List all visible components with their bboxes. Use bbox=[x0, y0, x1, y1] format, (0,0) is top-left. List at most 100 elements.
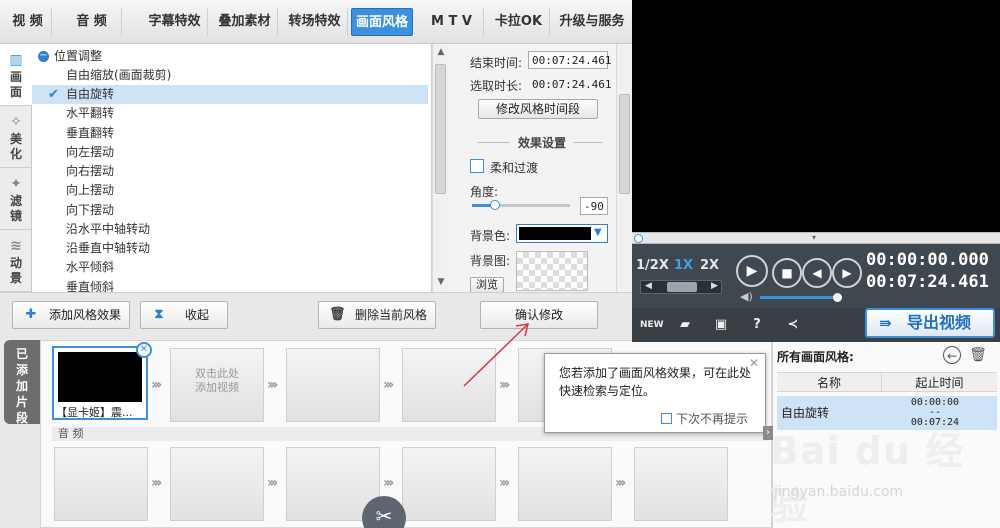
angle-slider-track[interactable] bbox=[472, 200, 570, 210]
settings-scrollbar[interactable] bbox=[616, 44, 632, 292]
speed-half-button[interactable]: 1/2X bbox=[636, 258, 669, 273]
baidu-watermark: Bai du 经验 jingyan.baidu.com bbox=[770, 429, 965, 528]
empty-audio-slot[interactable] bbox=[634, 447, 728, 521]
side-tab-motion[interactable]: ≋ 动景 bbox=[0, 230, 32, 292]
frame-step-control[interactable]: ◀ ▶ bbox=[640, 280, 722, 294]
collapse-button[interactable]: ⧗ 收起 bbox=[140, 301, 228, 329]
speed-2x-button[interactable]: 2X bbox=[700, 258, 719, 273]
list-item[interactable]: 垂直翻转 bbox=[32, 124, 428, 143]
share-icon[interactable]: ≺ bbox=[784, 316, 802, 334]
end-time-field[interactable]: 00:07:24.461 bbox=[528, 51, 611, 69]
video-preview[interactable] bbox=[632, 0, 1000, 232]
modify-style-period-button[interactable]: 修改风格时间段 bbox=[478, 99, 598, 119]
list-item-selected[interactable]: ✔ 自由旋转 bbox=[32, 85, 428, 104]
volume-icon[interactable]: ◀) bbox=[740, 290, 753, 303]
tab-mtv[interactable]: M T V bbox=[420, 8, 484, 36]
side-tab-beautify[interactable]: ✧ 美化 bbox=[0, 106, 32, 168]
locate-back-icon[interactable]: ← bbox=[943, 346, 961, 364]
side-tab-picture[interactable]: ▥ 画面 bbox=[0, 44, 32, 106]
chevron-down-icon[interactable]: ▾ bbox=[812, 233, 816, 242]
prev-frame-button[interactable]: ◀ bbox=[802, 258, 832, 288]
beautify-wand-icon: ✧ bbox=[10, 114, 22, 130]
dont-show-again-checkbox[interactable]: 下次不再提示 bbox=[661, 410, 748, 427]
scroll-up-icon[interactable]: ▲ bbox=[435, 46, 447, 58]
list-item[interactable]: 向上摆动 bbox=[32, 181, 428, 200]
volume-slider[interactable] bbox=[760, 293, 842, 302]
list-item[interactable]: 向左摆动 bbox=[32, 143, 428, 162]
empty-audio-slot[interactable] bbox=[170, 447, 264, 521]
empty-audio-slot[interactable] bbox=[518, 447, 612, 521]
play-button[interactable]: ▶ bbox=[736, 255, 768, 287]
added-clips-tab[interactable]: 已添加片段 bbox=[4, 340, 40, 425]
browse-button[interactable]: 浏览 bbox=[470, 277, 504, 293]
close-icon[interactable]: ✕ bbox=[749, 356, 759, 370]
add-style-effect-button[interactable]: ✚ 添加风格效果 bbox=[12, 301, 130, 329]
list-item[interactable]: 向右摆动 bbox=[32, 162, 428, 181]
tab-overlay-materials[interactable]: 叠加素材 bbox=[212, 8, 278, 36]
chevron-right-icon: ››› bbox=[267, 475, 278, 491]
list-item[interactable]: 自由缩放(画面裁剪) bbox=[32, 66, 428, 85]
list-item[interactable]: 沿垂直中轴转动 bbox=[32, 239, 428, 258]
list-item[interactable]: 向下摆动 bbox=[32, 201, 428, 220]
export-bar: NEW ▰ ▣ ? ≺ ⇛ 导出视频 bbox=[632, 308, 1000, 342]
empty-clip-slot[interactable] bbox=[286, 348, 380, 422]
effect-settings-title: 效果设置 bbox=[518, 136, 567, 150]
step-back-icon[interactable]: ◀ bbox=[645, 281, 652, 291]
tab-picture-style[interactable]: 画面风格 bbox=[351, 8, 413, 36]
col-time-header: 起止时间 bbox=[881, 372, 997, 392]
seek-bar[interactable]: ▾ bbox=[632, 232, 1000, 244]
tab-upgrade-service[interactable]: 升级与服务 bbox=[554, 8, 630, 36]
export-video-button[interactable]: ⇛ 导出视频 bbox=[865, 308, 995, 338]
delete-current-style-button[interactable]: 🗑 删除当前风格 bbox=[318, 301, 436, 329]
jog-wheel[interactable] bbox=[667, 282, 697, 292]
list-item[interactable]: 沿水平中轴转动 bbox=[32, 220, 428, 239]
stop-button[interactable]: ■ bbox=[772, 258, 802, 288]
tab-karaoke[interactable]: 卡拉OK bbox=[488, 8, 550, 36]
list-item[interactable]: 垂直倾斜 bbox=[32, 278, 428, 292]
soft-transition-label: 柔和过渡 bbox=[490, 161, 539, 175]
empty-audio-slot[interactable] bbox=[402, 447, 496, 521]
scroll-down-icon[interactable]: ▼ bbox=[435, 276, 447, 288]
remove-clip-icon[interactable]: ✕ bbox=[136, 342, 152, 358]
effect-list-scrollbar[interactable]: ▲ ▼ bbox=[432, 44, 448, 292]
tab-transition-effects[interactable]: 转场特效 bbox=[282, 8, 348, 36]
play-icon: ▶ bbox=[746, 263, 758, 279]
list-item[interactable]: 水平翻转 bbox=[32, 104, 428, 123]
effect-group-position[interactable]: − 位置调整 bbox=[32, 47, 428, 66]
volume-knob[interactable] bbox=[833, 293, 842, 302]
bg-color-picker[interactable]: ▼ bbox=[516, 224, 608, 243]
next-frame-button[interactable]: ▶ bbox=[832, 258, 862, 288]
check-icon: ✔ bbox=[48, 87, 59, 102]
angle-input[interactable]: -90 bbox=[580, 197, 608, 215]
soft-transition-checkbox[interactable] bbox=[470, 159, 484, 173]
trash-icon[interactable]: 🗑 bbox=[969, 346, 987, 364]
save-icon[interactable]: ▣ bbox=[712, 316, 730, 334]
selected-duration-value: 00:07:24.461 bbox=[532, 78, 612, 91]
col-name-header: 名称 bbox=[777, 372, 881, 392]
prev-frame-icon: ◀ bbox=[812, 266, 822, 280]
speed-1x-button[interactable]: 1X bbox=[674, 258, 693, 273]
empty-clip-slot[interactable]: 双击此处 添加视频 bbox=[170, 348, 264, 422]
tab-subtitle-effects[interactable]: 字幕特效 bbox=[142, 8, 208, 36]
open-folder-icon[interactable]: ▰ bbox=[676, 316, 694, 334]
tab-audio[interactable]: 音 频 bbox=[62, 8, 122, 36]
tab-video[interactable]: 视 频 bbox=[4, 8, 52, 36]
chevron-right-icon: ››› bbox=[383, 377, 394, 393]
total-time: 00:07:24.461 bbox=[866, 272, 989, 292]
step-forward-icon[interactable]: ▶ bbox=[711, 281, 718, 291]
side-tab-filter[interactable]: ✦ 滤镜 bbox=[0, 168, 32, 230]
next-frame-icon: ▶ bbox=[842, 266, 852, 280]
empty-audio-slot[interactable] bbox=[54, 447, 148, 521]
list-item[interactable]: 水平倾斜 bbox=[32, 258, 428, 277]
settings-scroll-thumb[interactable] bbox=[619, 94, 630, 194]
angle-slider-knob[interactable] bbox=[490, 200, 500, 210]
filter-wand-icon: ✦ bbox=[10, 176, 22, 192]
scroll-thumb[interactable] bbox=[435, 64, 446, 194]
new-file-icon[interactable]: NEW bbox=[640, 316, 664, 334]
help-icon[interactable]: ? bbox=[748, 316, 766, 334]
collapse-minus-icon[interactable]: − bbox=[38, 51, 49, 62]
chevron-right-icon: ››› bbox=[615, 475, 626, 491]
annotation-arrow bbox=[463, 323, 530, 387]
video-clip[interactable]: 【显卡姬】震... ✕ bbox=[52, 342, 152, 420]
seek-knob[interactable] bbox=[634, 234, 643, 243]
